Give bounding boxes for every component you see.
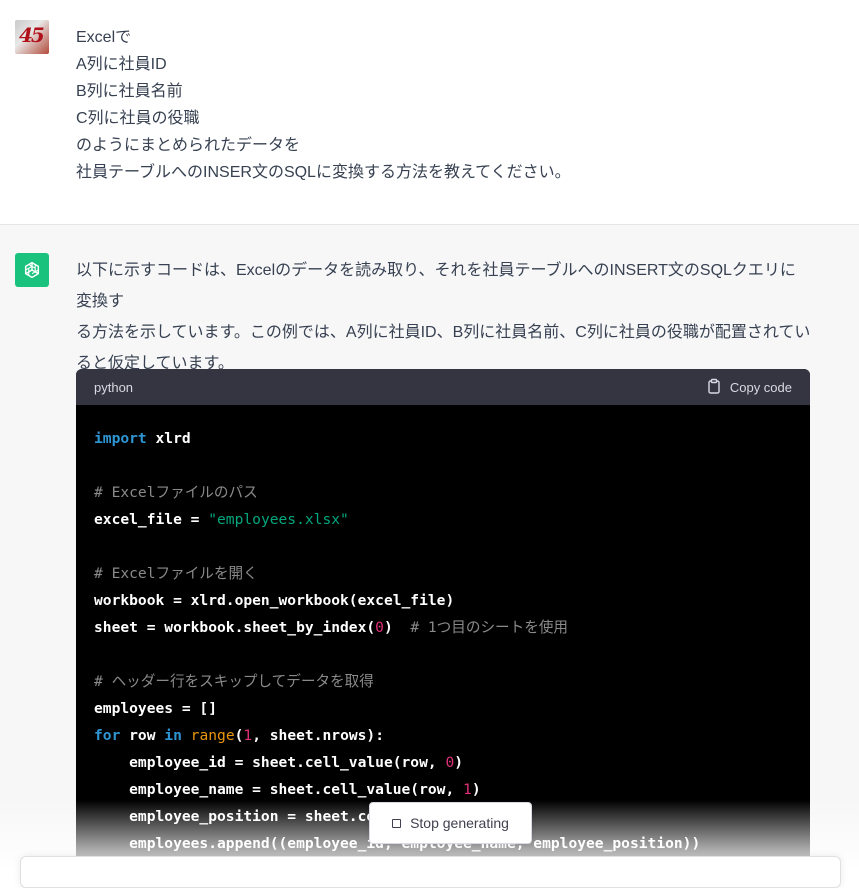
- copy-code-label: Copy code: [729, 379, 792, 395]
- code-token: row: [120, 727, 165, 744]
- code-line: # Excelファイルを開く: [94, 560, 792, 587]
- code-content: import xlrd # Excelファイルのパス excel_file = "…: [76, 405, 810, 857]
- user-avatar: 45: [15, 20, 49, 54]
- code-token: employee_name = sheet.cell_value(row,: [94, 781, 464, 798]
- code-token: "employees.xlsx": [208, 511, 349, 528]
- code-token: for: [94, 727, 121, 744]
- stop-generating-label: Stop generating: [410, 815, 509, 831]
- answer-line: る方法を示しています。この例では、A列に社員ID、B列に社員名前、C列に社員の役…: [76, 324, 811, 341]
- code-token: ): [383, 619, 411, 636]
- stop-generating-button[interactable]: Stop generating: [369, 802, 532, 844]
- code-token: # Excelファイルのパス: [94, 484, 258, 501]
- assistant-message-text: 以下に示すコードは、Excelのデータを読み取り、それを社員テーブルへのINSE…: [76, 255, 811, 379]
- code-line: for row in range(1, sheet.nrows):: [94, 722, 792, 749]
- code-block: python Copy code import xlrd # Excelファイル…: [76, 369, 810, 867]
- code-token: range: [190, 727, 235, 744]
- code-token: employee_id = sheet.cell_value(row,: [94, 754, 446, 771]
- user-message-line: A列に社員ID: [76, 56, 167, 73]
- code-line: employee_name = sheet.cell_value(row, 1): [94, 776, 792, 803]
- code-line: excel_file = "employees.xlsx": [94, 506, 792, 533]
- code-line: # Excelファイルのパス: [94, 479, 792, 506]
- user-message-line: のようにまとめられたデータを: [76, 137, 301, 154]
- code-token: sheet = workbook.sheet_by_index(: [94, 619, 376, 636]
- code-token: # 1つ目のシートを使用: [410, 619, 569, 636]
- message-input[interactable]: [20, 856, 841, 888]
- code-block-header: python Copy code: [76, 369, 810, 405]
- user-message-line: Excelで: [76, 29, 132, 46]
- code-line: sheet = workbook.sheet_by_index(0) # 1つ目…: [94, 614, 792, 641]
- stop-square-icon: [392, 818, 402, 828]
- chatgpt-logo-icon: [15, 253, 49, 287]
- user-message-line: C列に社員の役職: [76, 110, 200, 127]
- user-message-row: 45 Excelで A列に社員ID B列に社員名前 C列に社員の役職 のようにま…: [0, 0, 859, 225]
- code-token: # ヘッダー行をスキップしてデータを取得: [94, 673, 374, 690]
- code-token: xlrd: [146, 430, 191, 447]
- copy-code-button[interactable]: Copy code: [706, 378, 792, 397]
- code-line: # ヘッダー行をスキップしてデータを取得: [94, 668, 792, 695]
- user-message-line: 社員テーブルへのINSER文のSQLに変換する方法を教えてください。: [76, 164, 571, 181]
- code-line: employees = []: [94, 695, 792, 722]
- code-token: # Excelファイルを開く: [94, 565, 258, 582]
- code-token: import: [94, 430, 147, 447]
- code-token: workbook = xlrd.open_workbook(excel_file…: [94, 592, 455, 609]
- code-token: , sheet.nrows):: [252, 727, 384, 744]
- code-token: 0: [445, 754, 455, 771]
- code-line: import xlrd: [94, 425, 792, 452]
- code-language-label: python: [94, 379, 134, 395]
- code-token: 0: [375, 619, 384, 636]
- code-line: workbook = xlrd.open_workbook(excel_file…: [94, 587, 792, 614]
- user-message-text: Excelで A列に社員ID B列に社員名前 C列に社員の役職 のようにまとめら…: [76, 24, 571, 186]
- code-line: employee_id = sheet.cell_value(row, 0): [94, 749, 792, 776]
- code-token: 1: [463, 781, 472, 798]
- code-token: ): [454, 754, 464, 771]
- clipboard-icon: [706, 378, 722, 397]
- answer-line: 以下に示すコードは、Excelのデータを読み取り、それを社員テーブルへのINSE…: [76, 262, 796, 310]
- code-token: employees = []: [94, 700, 218, 717]
- code-token: ): [471, 781, 481, 798]
- code-token: excel_file =: [94, 511, 209, 528]
- code-token: in: [164, 727, 182, 744]
- code-token: 1: [243, 727, 253, 744]
- user-message-line: B列に社員名前: [76, 83, 183, 100]
